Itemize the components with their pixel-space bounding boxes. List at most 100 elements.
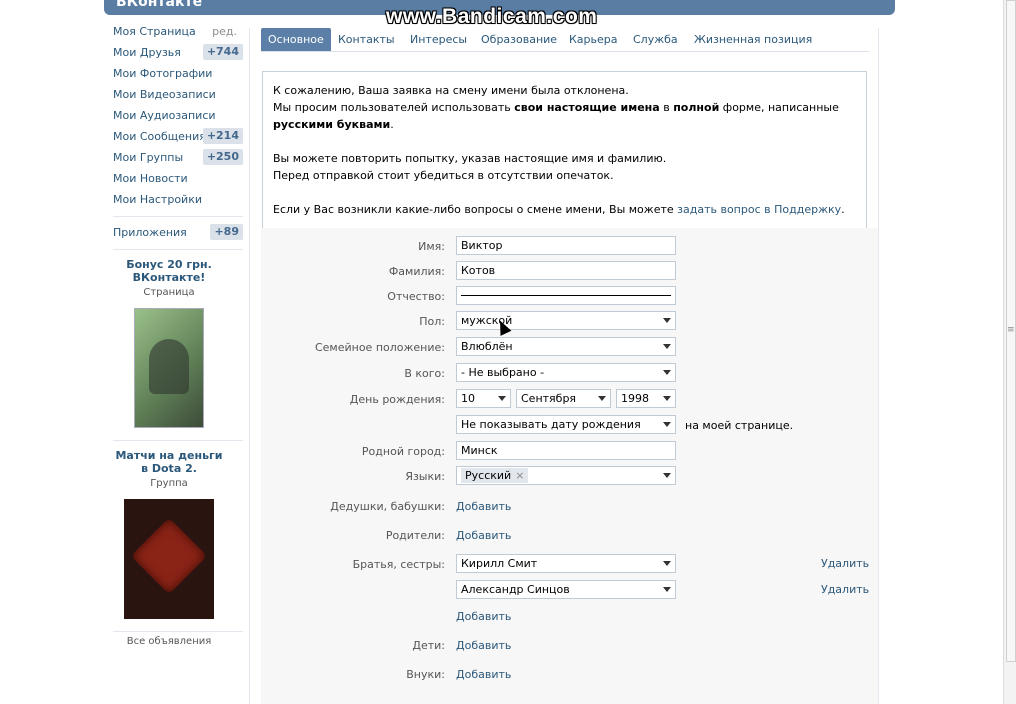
count-badge: +744 (202, 44, 243, 60)
notice-bold: русскими буквами (273, 118, 391, 131)
notice-line: Мы просим пользователей использовать сво… (273, 99, 856, 133)
birthday-label: День рождения: (349, 393, 445, 406)
add-sibling-link[interactable]: Добавить (456, 610, 511, 623)
ad-bonus[interactable]: Бонус 20 грн. ВКонтакте! Страница (113, 258, 225, 428)
sibling-value: Александр Синцов (461, 583, 570, 596)
nav-my-messages[interactable]: Мои Сообщения +214 (113, 128, 243, 150)
tab-main[interactable]: Основное (261, 28, 331, 51)
tab-life-position[interactable]: Жизненная позиция (687, 28, 819, 51)
recording-watermark: www.Bandicam.com (386, 5, 598, 28)
dropdown-arrow-icon (663, 561, 671, 566)
visibility-value: Не показывать дату рождения (461, 418, 641, 431)
dropdown-arrow-icon (663, 344, 671, 349)
relationship-label: Семейное положение: (314, 341, 445, 354)
tab-interests[interactable]: Интересы (403, 28, 474, 51)
add-grandparent-link[interactable]: Добавить (456, 500, 511, 513)
partner-value: - Не выбрано - (461, 366, 545, 379)
dropdown-arrow-icon (598, 396, 606, 401)
last-name-input[interactable]: Котов (456, 261, 676, 280)
hometown-input[interactable]: Минск (456, 441, 676, 460)
support-link[interactable]: задать вопрос в Поддержку (677, 203, 841, 216)
notice-text: . (841, 203, 845, 216)
nav-divider (113, 216, 243, 217)
grandchildren-label: Внуки: (406, 668, 445, 681)
all-ads-link[interactable]: Все объявления (113, 636, 225, 647)
nav-my-friends[interactable]: Мои Друзья +744 (113, 44, 243, 66)
gender-select[interactable]: мужской (456, 311, 676, 330)
nav-label: Мои Фотографии (113, 67, 213, 80)
language-tag: Русский × (461, 468, 529, 483)
add-grandchild-link[interactable]: Добавить (456, 668, 511, 681)
sibling-select-1[interactable]: Кирилл Смит (456, 554, 676, 573)
tab-service[interactable]: Служба (626, 28, 685, 51)
nav-my-videos[interactable]: Мои Видеозаписи (113, 87, 243, 108)
delete-sibling-2-link[interactable]: Удалить (821, 583, 869, 596)
sibling-value: Кирилл Смит (461, 557, 538, 570)
patronymic-label: Отчество: (387, 290, 445, 303)
languages-select[interactable]: Русский × (456, 466, 676, 485)
gender-label: Пол: (419, 315, 445, 328)
nav-my-groups[interactable]: Мои Группы +250 (113, 149, 243, 171)
nav-my-photos[interactable]: Мои Фотографии (113, 66, 243, 87)
notice-bold: свои настоящие имена (514, 101, 660, 114)
dropdown-arrow-icon (663, 370, 671, 375)
grandparents-label: Дедушки, бабушки: (330, 500, 445, 513)
language-tag-label: Русский (465, 469, 512, 482)
ad-subtitle: Группа (150, 478, 188, 489)
remove-tag-icon[interactable]: × (515, 469, 524, 482)
surname-label: Фамилия: (388, 265, 445, 278)
delete-sibling-1-link[interactable]: Удалить (821, 557, 869, 570)
nav-divider (113, 631, 243, 632)
nav-my-settings[interactable]: Мои Настройки (113, 192, 243, 213)
ad-banknote-image[interactable] (134, 308, 204, 428)
birthday-visibility-select[interactable]: Не показывать дату рождения (456, 415, 676, 434)
add-parent-link[interactable]: Добавить (456, 529, 511, 542)
count-badge: +250 (202, 149, 243, 165)
hometown-label: Родной город: (361, 445, 445, 458)
tab-career[interactable]: Карьера (562, 28, 625, 51)
patronymic-input[interactable] (456, 286, 676, 305)
dropdown-arrow-icon (663, 318, 671, 323)
count-badge: +214 (202, 128, 243, 144)
nav-my-audio[interactable]: Мои Аудиозаписи (113, 108, 243, 129)
parents-label: Родители: (385, 529, 445, 542)
children-label: Дети: (412, 639, 445, 652)
logo[interactable]: ВКонтакте (116, 0, 202, 10)
content-left-border (249, 28, 250, 704)
content-right-border (878, 28, 879, 704)
name-label: Имя: (418, 240, 445, 253)
first-name-input[interactable]: Виктор (456, 236, 676, 255)
siblings-label: Братья, сестры: (352, 558, 445, 571)
ad-title[interactable]: Матчи на деньги в Dota 2. (113, 449, 225, 475)
dropdown-arrow-icon (663, 473, 671, 478)
notice-text: . (390, 118, 394, 131)
nav-edit-link[interactable]: ред. (212, 24, 237, 40)
partner-select[interactable]: - Не выбрано - (456, 363, 676, 382)
nav-my-news[interactable]: Мои Новости (113, 171, 243, 192)
nav-apps[interactable]: Приложения +89 (113, 224, 243, 246)
page-scrollbar[interactable]: ≡ (1003, 0, 1016, 704)
name-change-rejected-notice: К сожалению, Ваша заявка на смену имени … (262, 71, 867, 233)
month-value: Сентября (521, 392, 577, 405)
birthday-year-select[interactable]: 1998 (616, 389, 676, 408)
nav-label: Мои Аудиозаписи (113, 109, 216, 122)
add-child-link[interactable]: Добавить (456, 639, 511, 652)
relationship-select[interactable]: Влюблён (456, 337, 676, 356)
tab-contacts[interactable]: Контакты (331, 28, 402, 51)
nav-divider (113, 249, 243, 250)
tab-education[interactable]: Образование (474, 28, 564, 51)
birthday-day-select[interactable]: 10 (456, 389, 511, 408)
nav-my-page[interactable]: Моя Страница ред. (113, 24, 243, 45)
ad-title[interactable]: Бонус 20 грн. ВКонтакте! (113, 258, 225, 284)
notice-line: К сожалению, Ваша заявка на смену имени … (273, 84, 629, 97)
scrollbar-grip-icon: ≡ (1007, 325, 1015, 335)
notice-line: Если у Вас возникли какие-либо вопросы о… (273, 201, 856, 218)
nav-label: Мои Сообщения (113, 130, 206, 143)
birthday-month-select[interactable]: Сентября (516, 389, 611, 408)
sibling-select-2[interactable]: Александр Синцов (456, 580, 676, 599)
languages-label: Языки: (405, 470, 445, 483)
ad-dota[interactable]: Матчи на деньги в Dota 2. Группа (113, 449, 225, 619)
nav-label: Мои Видеозаписи (113, 88, 216, 101)
ad-dota-image[interactable] (124, 499, 214, 619)
dropdown-arrow-icon (663, 422, 671, 427)
